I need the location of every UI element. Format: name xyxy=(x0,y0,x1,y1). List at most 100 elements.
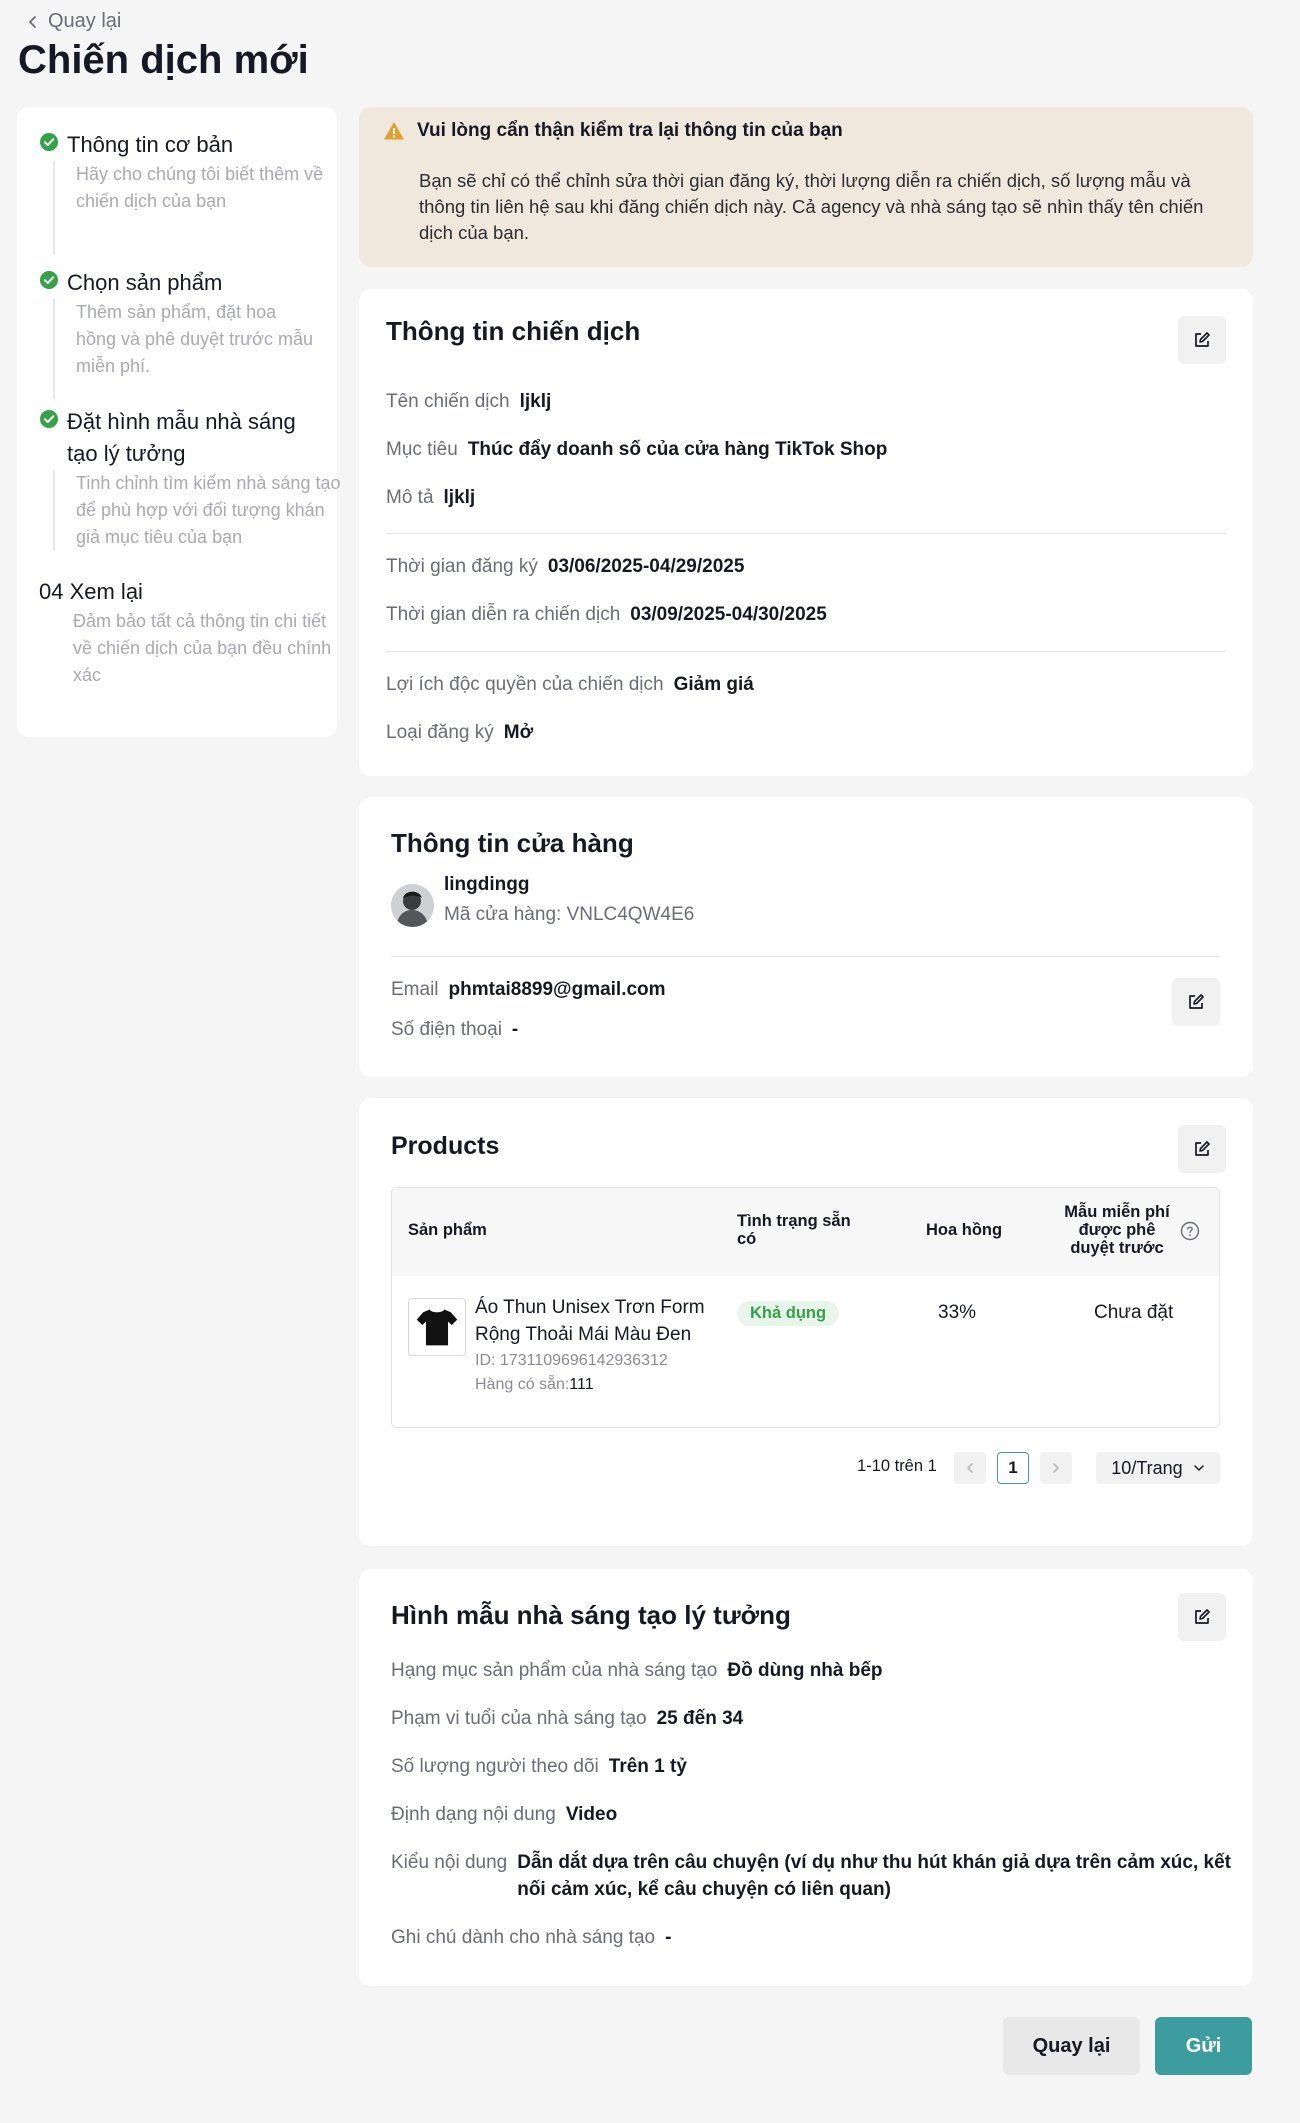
creator-profile-title: Hình mẫu nhà sáng tạo lý tưởng xyxy=(391,1600,791,1630)
back-link[interactable]: Quay lại xyxy=(26,10,121,33)
edit-icon xyxy=(1195,1141,1210,1156)
free-sample-value: Chưa đặt xyxy=(1094,1302,1174,1323)
submit-button[interactable]: Gửi xyxy=(1155,2017,1252,2075)
step-title: 04 Xem lại xyxy=(39,579,143,604)
step-title: Đặt hình mẫu nhà sáng tạo lý tưởng xyxy=(67,409,296,466)
page-size-select[interactable]: 10/Trang xyxy=(1096,1452,1220,1484)
shop-code: Mã cửa hàng: VNLC4QW4E6 xyxy=(444,904,695,925)
followers-label: Số lượng người theo dõi xyxy=(391,1756,599,1777)
avatar xyxy=(391,884,434,927)
help-icon[interactable] xyxy=(1180,1221,1200,1246)
stepper: Thông tin cơ bản Hãy cho chúng tôi biết … xyxy=(17,107,340,737)
col-status: Tình trạng sẵn có xyxy=(737,1212,851,1248)
campaign-goal-label: Mục tiêu xyxy=(386,439,458,460)
col-sample-line: được phê xyxy=(1078,1221,1156,1239)
campaign-info-title: Thông tin chiến dịch xyxy=(386,316,641,346)
registration-time-label: Thời gian đăng ký xyxy=(386,556,538,577)
step-desc: Đảm bảo tất cả thông tin chi tiết về chi… xyxy=(73,611,332,685)
creator-age-label: Phạm vi tuổi của nhà sáng tạo xyxy=(391,1708,647,1729)
phone-label: Số điện thoại xyxy=(391,1019,502,1040)
check-circle-icon xyxy=(40,410,58,428)
step-basic-info[interactable]: Thông tin cơ bản Hãy cho chúng tôi biết … xyxy=(39,129,329,255)
commission-value: 33% xyxy=(938,1302,977,1323)
edit-shop-contact-button[interactable] xyxy=(1172,978,1220,1026)
content-format-value: Video xyxy=(565,1804,618,1825)
edit-products-button[interactable] xyxy=(1178,1125,1226,1173)
divider xyxy=(386,533,1226,534)
email-value: phmtai8899@gmail.com xyxy=(448,979,666,1000)
creator-profile-card: Hình mẫu nhà sáng tạo lý tưởng Hạng mục … xyxy=(359,1569,1253,1986)
check-circle-icon xyxy=(40,133,58,151)
shop-name: lingdingg xyxy=(444,874,530,895)
exclusive-benefit-label: Lợi ích độc quyền của chiến dịch xyxy=(386,674,664,695)
divider xyxy=(391,956,1220,957)
registration-type-label: Loại đăng ký xyxy=(386,722,494,743)
step-select-products[interactable]: Chọn sản phẩm Thêm sản phẩm, đặt hoa hồn… xyxy=(39,267,329,399)
divider xyxy=(386,651,1226,652)
chevron-right-icon xyxy=(1053,1463,1060,1473)
creator-age-value: 25 đến 34 xyxy=(656,1708,744,1729)
tshirt-icon xyxy=(416,1309,458,1346)
step-creator-profile[interactable]: Đặt hình mẫu nhà sáng tạo lý tưởng Tinh … xyxy=(39,406,340,551)
col-sample-line: duyệt trước xyxy=(1070,1239,1164,1257)
registration-time-value: 03/06/2025-04/29/2025 xyxy=(547,556,745,577)
check-circle-icon xyxy=(40,271,58,289)
step-desc: Hãy cho chúng tôi biết thêm về chiến dịc… xyxy=(53,161,329,255)
shop-info-title: Thông tin cửa hàng xyxy=(391,828,634,858)
step-title: Chọn sản phẩm xyxy=(67,270,223,295)
table-header: Sản phẩm Tình trạng sẵn có Hoa hồng Mẫu … xyxy=(392,1188,1219,1276)
campaign-info-card: Thông tin chiến dịch Tên chiến dịch ljklj… xyxy=(359,289,1253,776)
chevron-left-icon xyxy=(966,1463,973,1473)
exclusive-benefit-value: Giảm giá xyxy=(673,674,754,695)
step-review[interactable]: 04 Xem lại Đảm bảo tất cả thông tin chi … xyxy=(39,576,331,689)
step-desc: Thêm sản phẩm, đặt hoa hồng và phê duyệt… xyxy=(53,299,313,399)
products-card: Products Sản phẩm Tình trạng sẵn có Hoa … xyxy=(359,1098,1253,1546)
chevron-left-icon xyxy=(29,15,36,28)
content-format-label: Định dạng nội dung xyxy=(391,1804,556,1825)
chevron-down-icon xyxy=(1193,1465,1204,1472)
stock-label: Hàng có sẵn: xyxy=(475,1376,570,1393)
next-page-button[interactable] xyxy=(1040,1452,1072,1484)
content-style-label: Kiểu nội dung xyxy=(391,1852,508,1873)
col-status-line: có xyxy=(737,1230,757,1248)
back-link-label: Quay lại xyxy=(48,10,122,32)
warning-icon xyxy=(384,122,404,140)
pagination-range: 1-10 trên 1 xyxy=(857,1457,937,1475)
edit-icon xyxy=(1189,994,1204,1009)
products-title: Products xyxy=(391,1132,500,1160)
col-status-line: Tình trạng sẵn xyxy=(737,1212,851,1230)
product-name-line: Áo Thun Unisex Trơn Form xyxy=(475,1297,705,1318)
products-table: Sản phẩm Tình trạng sẵn có Hoa hồng Mẫu … xyxy=(391,1187,1220,1428)
shop-info-card: Thông tin cửa hàng lingdingg Mã cửa hàng… xyxy=(359,797,1253,1077)
content-style-line: nối cảm xúc, kể câu chuyện có liên quan) xyxy=(517,1879,891,1900)
content-style-value: Dẫn dắt dựa trên câu chuyện (ví dụ như t… xyxy=(517,1849,1231,1903)
product-name-line: Rộng Thoải Mái Màu Đen xyxy=(475,1324,692,1345)
edit-creator-button[interactable] xyxy=(1178,1593,1226,1641)
product-id: ID: 1731109696142936312 xyxy=(475,1352,668,1369)
step-title: Thông tin cơ bản xyxy=(67,132,234,157)
edit-campaign-button[interactable] xyxy=(1178,316,1226,364)
step-desc: Tinh chỉnh tìm kiếm nhà sáng tạo để phù … xyxy=(53,470,343,551)
warning-title: Vui lòng cẩn thận kiểm tra lại thông tin… xyxy=(417,120,843,141)
email-label: Email xyxy=(391,979,439,1000)
creator-category-label: Hạng mục sản phẩm của nhà sáng tạo xyxy=(391,1660,718,1681)
table-row[interactable]: Áo Thun Unisex Trơn Form Rộng Thoải Mái … xyxy=(392,1276,1219,1426)
phone-value: - xyxy=(511,1019,519,1040)
campaign-name-label: Tên chiến dịch xyxy=(386,391,510,412)
col-product: Sản phẩm xyxy=(408,1221,487,1239)
creator-note-label: Ghi chú dành cho nhà sáng tạo xyxy=(391,1927,656,1948)
page-1-button[interactable]: 1 xyxy=(997,1452,1029,1484)
product-stock: Hàng có sẵn:111 xyxy=(475,1376,594,1394)
prev-page-button[interactable] xyxy=(954,1452,986,1484)
campaign-desc-value: ljklj xyxy=(443,487,476,508)
creator-category-value: Đồ dùng nhà bếp xyxy=(727,1660,883,1681)
product-name[interactable]: Áo Thun Unisex Trơn Form Rộng Thoải Mái … xyxy=(475,1294,705,1348)
col-commission: Hoa hồng xyxy=(926,1221,1003,1239)
stock-value: 111 xyxy=(569,1376,594,1393)
edit-icon xyxy=(1195,1609,1210,1624)
registration-type-value: Mở xyxy=(503,722,534,743)
back-button[interactable]: Quay lại xyxy=(1003,2017,1140,2075)
warning-body: Bạn sẽ chỉ có thể chỉnh sửa thời gian đă… xyxy=(419,170,1204,243)
product-thumbnail xyxy=(408,1298,466,1356)
edit-icon xyxy=(1195,332,1210,347)
